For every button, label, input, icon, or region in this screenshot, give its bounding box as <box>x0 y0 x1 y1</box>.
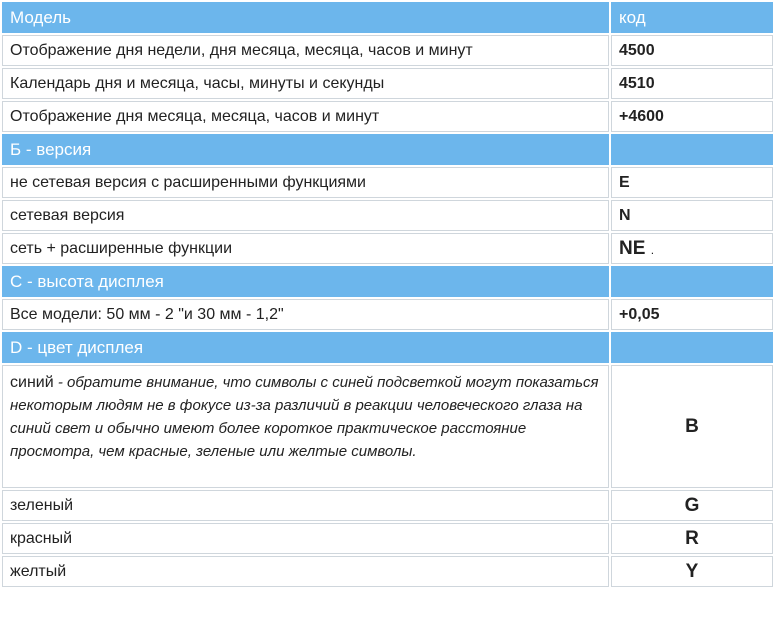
model-label: Отображение дня недели, дня месяца, меся… <box>2 35 609 66</box>
table-row: сетевая версия N <box>2 200 773 231</box>
model-label: Календарь дня и месяца, часы, минуты и с… <box>2 68 609 99</box>
model-label: Отображение дня месяца, месяца, часов и … <box>2 101 609 132</box>
version-label: не сетевая версия с расширенными функция… <box>2 167 609 198</box>
section-title: С - высота дисплея <box>2 266 609 297</box>
table-row: сеть + расширенные функции NE . <box>2 233 773 264</box>
version-code: NE <box>619 237 646 259</box>
table-header-row: Модель код <box>2 2 773 33</box>
table-row: зеленый G <box>2 490 773 521</box>
height-code: +0,05 <box>611 299 773 330</box>
model-code: 4500 <box>611 35 773 66</box>
version-label: сетевая версия <box>2 200 609 231</box>
version-code-suffix: . <box>650 242 655 257</box>
table-row: Отображение дня месяца, месяца, часов и … <box>2 101 773 132</box>
table-row: Отображение дня недели, дня месяца, меся… <box>2 35 773 66</box>
section-title: Б - версия <box>2 134 609 165</box>
table-row: Календарь дня и месяца, часы, минуты и с… <box>2 68 773 99</box>
spec-table: Модель код Отображение дня недели, дня м… <box>0 0 775 589</box>
table-row: синий - обратите внимание, что символы с… <box>2 365 773 488</box>
color-code: Y <box>611 556 773 587</box>
section-title: D - цвет дисплея <box>2 332 609 363</box>
color-blue-note: - обратите внимание, что символы с синей… <box>10 374 599 460</box>
version-code: E <box>611 167 773 198</box>
height-label: Все модели: 50 мм - 2 "и 30 мм - 1,2" <box>2 299 609 330</box>
version-code: N <box>611 200 773 231</box>
color-blue-description: синий - обратите внимание, что символы с… <box>2 365 609 488</box>
color-code: B <box>611 365 773 488</box>
header-code: код <box>611 2 773 33</box>
table-row: не сетевая версия с расширенными функция… <box>2 167 773 198</box>
version-label: сеть + расширенные функции <box>2 233 609 264</box>
section-empty-cell <box>611 332 773 363</box>
table-row: желтый Y <box>2 556 773 587</box>
table-row: Все модели: 50 мм - 2 "и 30 мм - 1,2" +0… <box>2 299 773 330</box>
section-header-height: С - высота дисплея <box>2 266 773 297</box>
color-code: R <box>611 523 773 554</box>
color-code: G <box>611 490 773 521</box>
color-label: синий <box>10 374 54 391</box>
color-label: красный <box>2 523 609 554</box>
section-header-version: Б - версия <box>2 134 773 165</box>
model-code: 4510 <box>611 68 773 99</box>
section-header-color: D - цвет дисплея <box>2 332 773 363</box>
section-empty-cell <box>611 134 773 165</box>
header-model: Модель <box>2 2 609 33</box>
color-label: зеленый <box>2 490 609 521</box>
table-row: красный R <box>2 523 773 554</box>
model-code: +4600 <box>611 101 773 132</box>
version-code-cell: NE . <box>611 233 773 264</box>
section-empty-cell <box>611 266 773 297</box>
color-label: желтый <box>2 556 609 587</box>
